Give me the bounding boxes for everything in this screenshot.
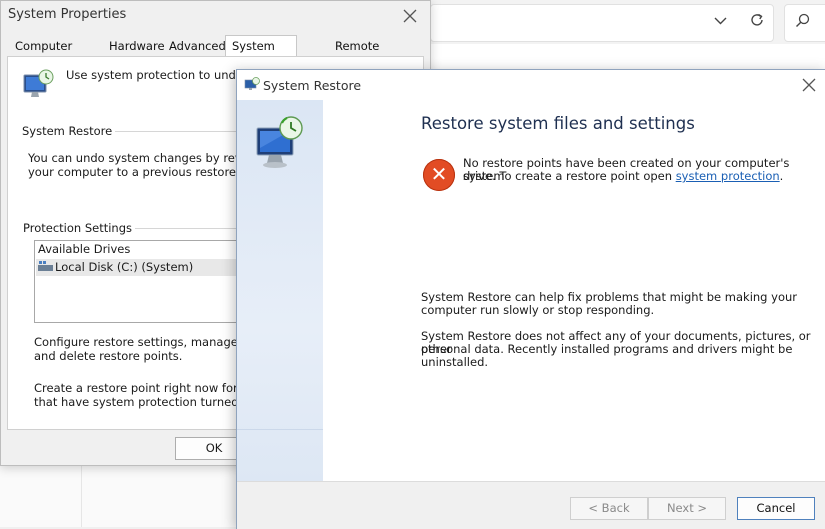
- close-icon[interactable]: [403, 3, 417, 28]
- system-restore-text-1: You can undo system changes by revertin: [28, 151, 269, 165]
- explorer-bottom-strip: [0, 466, 240, 527]
- system-restore-icon: [253, 114, 307, 173]
- configure-text-2: and delete restore points.: [34, 349, 183, 363]
- sidebar-divider: [237, 429, 323, 430]
- refresh-icon[interactable]: [749, 12, 765, 32]
- wizard-footer: < Back Next > Cancel: [237, 481, 825, 529]
- system-restore-icon: [244, 76, 260, 95]
- error-icon: ✕: [423, 159, 455, 191]
- explorer-divider: [81, 466, 82, 527]
- next-button[interactable]: Next >: [648, 497, 726, 520]
- title-bar: System Restore: [237, 70, 825, 100]
- info-text-2-line-3: uninstalled.: [421, 355, 489, 369]
- chevron-down-icon[interactable]: [714, 14, 727, 30]
- info-text-1-line-2: computer run slowly or stop responding.: [421, 303, 655, 317]
- dialog-title: System Properties: [8, 7, 127, 22]
- tab-advanced[interactable]: Advanced: [163, 37, 232, 56]
- available-drives-list[interactable]: Available Drives Local Disk (C:) (System…: [34, 240, 256, 323]
- close-icon[interactable]: [802, 73, 816, 97]
- error-text-end: .: [779, 169, 784, 183]
- error-text: drive. To create a restore point open: [463, 169, 673, 183]
- drive-label: Local Disk (C:) (System): [55, 260, 194, 274]
- system-protection-link[interactable]: system protection: [676, 169, 780, 183]
- system-restore-group-label: System Restore: [22, 124, 116, 138]
- tab-system-protection[interactable]: System Protection: [225, 35, 298, 73]
- system-restore-dialog: System Restore Restore system files and …: [236, 69, 825, 529]
- error-text-line-2: drive. To create a restore point open sy…: [463, 170, 783, 183]
- system-protection-icon: [22, 67, 56, 104]
- back-button[interactable]: < Back: [570, 497, 648, 520]
- page-title: Restore system files and settings: [421, 114, 695, 133]
- dialog-title: System Restore: [263, 78, 362, 93]
- cancel-button[interactable]: Cancel: [737, 497, 815, 520]
- protection-settings-group-label: Protection Settings: [23, 221, 136, 235]
- search-icon[interactable]: [795, 13, 810, 32]
- tab-remote[interactable]: Remote: [329, 37, 385, 56]
- create-text-2: that have system protection turned on.: [34, 395, 261, 409]
- tab-computer-name[interactable]: Computer Name: [9, 37, 78, 72]
- tab-hardware[interactable]: Hardware: [103, 37, 171, 56]
- drives-column-header: Available Drives: [38, 242, 131, 256]
- list-item[interactable]: Local Disk (C:) (System): [36, 259, 255, 276]
- drive-icon: [38, 261, 53, 275]
- wizard-sidebar: [237, 100, 323, 481]
